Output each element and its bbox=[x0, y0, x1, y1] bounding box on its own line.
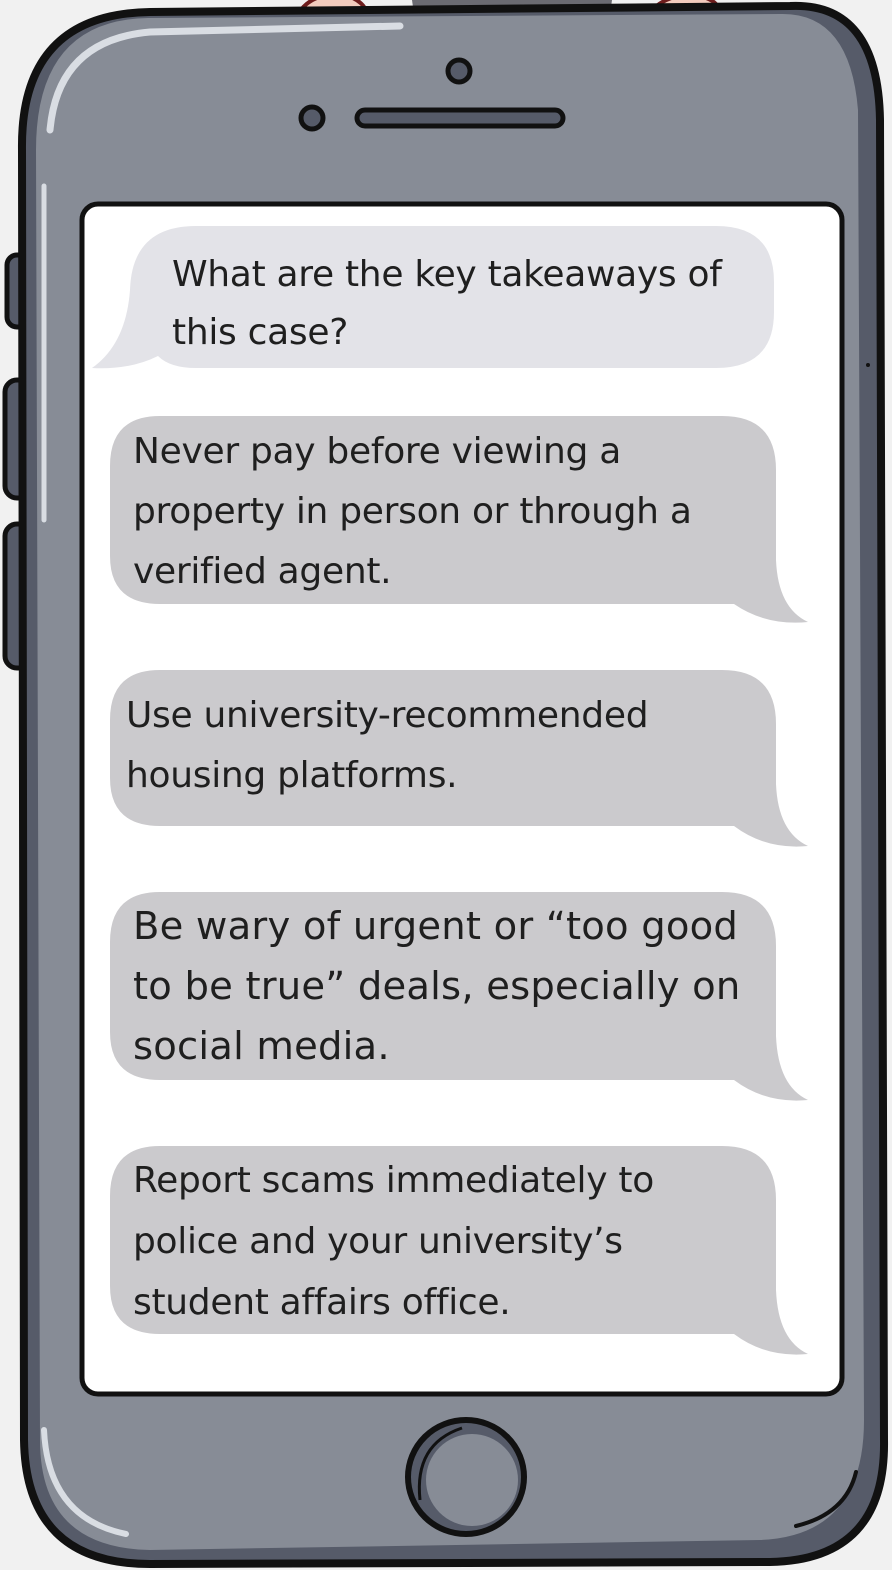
speaker-grille bbox=[354, 107, 566, 129]
answer-message: Use university-recommended housing platf… bbox=[126, 695, 649, 796]
question-message: What are the key takeaways of this case? bbox=[172, 254, 722, 353]
answer-message: Report scams immediately to police and y… bbox=[133, 1160, 654, 1323]
answer-message: Be wary of urgent or “too good to be tru… bbox=[133, 904, 741, 1069]
phone-illustration: What are the key takeaways of this case?… bbox=[0, 0, 892, 1570]
home-button-icon[interactable] bbox=[405, 1417, 527, 1537]
answer-message: Never pay before viewing a property in p… bbox=[133, 431, 692, 592]
